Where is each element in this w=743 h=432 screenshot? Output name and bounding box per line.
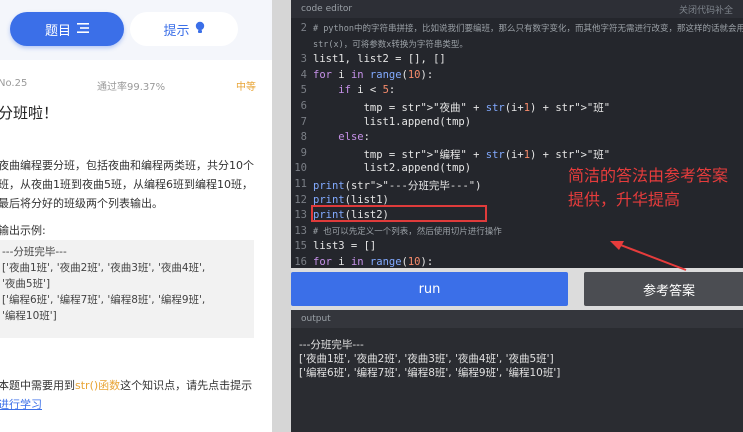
code-text: if i < 5: [338, 84, 396, 97]
code-line[interactable]: 5 if i < 5: [291, 84, 743, 100]
problem-title: 分班啦！ [0, 104, 59, 122]
output-body: ---分班完毕--- ['夜曲1班', '夜曲2班', '夜曲3班', '夜曲4… [291, 328, 743, 380]
code-line[interactable]: 7 list1.append(tmp) [291, 116, 743, 132]
code-line[interactable]: 8 else: [291, 131, 743, 147]
line-number: 9 [300, 146, 307, 159]
tab-question-label: 题目 [44, 23, 71, 39]
hint-text: 本题中需要用到str()函数这个知识点，请先点击提示 进行学习 [0, 376, 266, 414]
code-line[interactable]: 4 for i in range(10): [291, 69, 743, 85]
editor-title: code editor [301, 4, 353, 14]
code-line[interactable]: 6 tmp = str">"夜曲" + str(i+1) + str">"班" [291, 100, 743, 116]
line-number: 7 [300, 115, 307, 128]
example-line: ---分班完毕--- [2, 246, 67, 258]
line-number: 3 [300, 53, 307, 66]
code-comment-line[interactable]: 13 # 也可以先定义一个列表，然后使用切片进行操作 [291, 225, 743, 241]
line-number: 11 [294, 177, 307, 190]
line-number: 2 [300, 22, 307, 34]
hint-prefix: 本题中需要用到 [0, 379, 75, 392]
list-icon [77, 22, 89, 37]
code-text: str(x)，可将参数x转换为字符串类型。 [313, 39, 468, 50]
example-output-box: ---分班完毕--- ['夜曲1班', '夜曲2班', '夜曲3班', '夜曲4… [0, 240, 254, 338]
lightbulb-icon [195, 21, 205, 38]
code-comment-line[interactable]: 2 # python中的字符串拼接，比如说我们要编班，那么只有数字变化，而其他字符… [291, 22, 743, 38]
highlight-box [311, 205, 487, 222]
autocomplete-toggle[interactable]: 关闭代码补全 [679, 3, 733, 16]
description-line: 最后将分好的班级两个列表输出。 [0, 197, 163, 210]
reference-answer-button[interactable]: 参考答案 [584, 272, 743, 306]
code-comment-line[interactable]: str(x)，可将参数x转换为字符串类型。 [291, 38, 743, 54]
code-text: # python中的字符串拼接，比如说我们要编班，那么只有数字变化，而其他字符无… [313, 24, 743, 34]
example-line: ['编程6班', '编程7班', '编程8班', '编程9班', [2, 294, 206, 306]
description-line: 夜曲编程要分班，包括夜曲和编程两类班，共分10个 [0, 159, 254, 172]
line-number [291, 38, 313, 54]
example-label: 输出示例: [0, 224, 46, 237]
line-number: 12 [294, 193, 307, 206]
line-number: 5 [300, 84, 307, 97]
code-text: list1.append(tmp) [313, 115, 472, 128]
code-line[interactable]: 16 for i in range(10): [291, 256, 743, 268]
line-number: 4 [300, 68, 307, 81]
tab-hint-label: 提示 [163, 23, 190, 39]
code-text: # 也可以先定义一个列表，然后使用切片进行操作 [313, 226, 502, 237]
line-number: 15 [294, 240, 307, 253]
problem-panel: 题目 提示 No.25 通过率99.37% 中等 分班啦！ 夜曲编程要分班，包括… [0, 0, 272, 432]
tab-bar: 题目 提示 [0, 0, 272, 60]
hint-link[interactable]: 进行学习 [0, 398, 42, 411]
code-text: list1, list2 = [], [] [313, 53, 446, 66]
code-text: tmp = str">"编程" + str(i+1) + str">"班" [313, 148, 611, 161]
code-line[interactable]: 9 tmp = str">"编程" + str(i+1) + str">"班" [291, 147, 743, 163]
annotation-text: 简洁的答法由参考答案提供，升华提高 [568, 166, 729, 209]
output-header: output [291, 310, 743, 328]
line-number: 13 [294, 224, 307, 237]
problem-number: No.25 [0, 78, 28, 89]
code-text: for i in range(10): [313, 255, 434, 268]
line-number: 8 [300, 131, 307, 144]
code-text: print(str">"---分班完毕---") [313, 179, 482, 192]
code-text: for i in range(10): [313, 68, 434, 81]
run-button[interactable]: run [291, 272, 568, 306]
output-line: ['编程6班', '编程7班', '编程8班', '编程9班', '编程10班'… [299, 367, 561, 379]
tab-hint[interactable]: 提示 [130, 12, 238, 46]
output-panel: output ---分班完毕--- ['夜曲1班', '夜曲2班', '夜曲3班… [291, 310, 743, 432]
code-line[interactable]: 3 list1, list2 = [], [] [291, 53, 743, 69]
code-line[interactable]: 15 list3 = [] [291, 240, 743, 256]
line-number: 6 [300, 99, 307, 112]
code-text: else: [338, 131, 370, 144]
example-line: '编程10班'] [2, 310, 57, 322]
line-number: 10 [294, 162, 307, 175]
code-text: list2.append(tmp) [313, 162, 472, 175]
output-line: ---分班完毕--- [299, 339, 364, 351]
code-area[interactable]: 2 # python中的字符串拼接，比如说我们要编班，那么只有数字变化，而其他字符… [291, 18, 743, 268]
output-line: ['夜曲1班', '夜曲2班', '夜曲3班', '夜曲4班', '夜曲5班'] [299, 353, 554, 365]
example-line: '夜曲5班'] [2, 278, 51, 290]
panel-divider[interactable] [272, 0, 291, 432]
difficulty-badge: 中等 [236, 82, 256, 93]
description-line: 班，从夜曲1班到夜曲5班，从编程6班到编程10班， [0, 178, 253, 191]
code-text: tmp = str">"夜曲" + str(i+1) + str">"班" [313, 101, 611, 114]
hint-keyword: str()函数 [75, 379, 121, 392]
line-number: 16 [294, 255, 307, 268]
hint-suffix: 这个知识点，请先点击提示 [120, 379, 253, 392]
tab-question[interactable]: 题目 [10, 12, 124, 46]
problem-description: 夜曲编程要分班，包括夜曲和编程两类班，共分10个 班，从夜曲1班到夜曲5班，从编… [0, 156, 266, 213]
code-text: list3 = [] [313, 240, 377, 253]
pass-rate: 通过率99.37% [97, 82, 166, 93]
example-line: ['夜曲1班', '夜曲2班', '夜曲3班', '夜曲4班', [2, 262, 206, 274]
line-number: 13 [294, 209, 307, 222]
code-editor[interactable]: code editor 关闭代码补全 2 # python中的字符串拼接，比如说我… [291, 0, 743, 268]
app-root: 题目 提示 No.25 通过率99.37% 中等 分班啦！ 夜曲编程要分班，包括… [0, 0, 743, 432]
editor-header: code editor 关闭代码补全 [291, 0, 743, 18]
